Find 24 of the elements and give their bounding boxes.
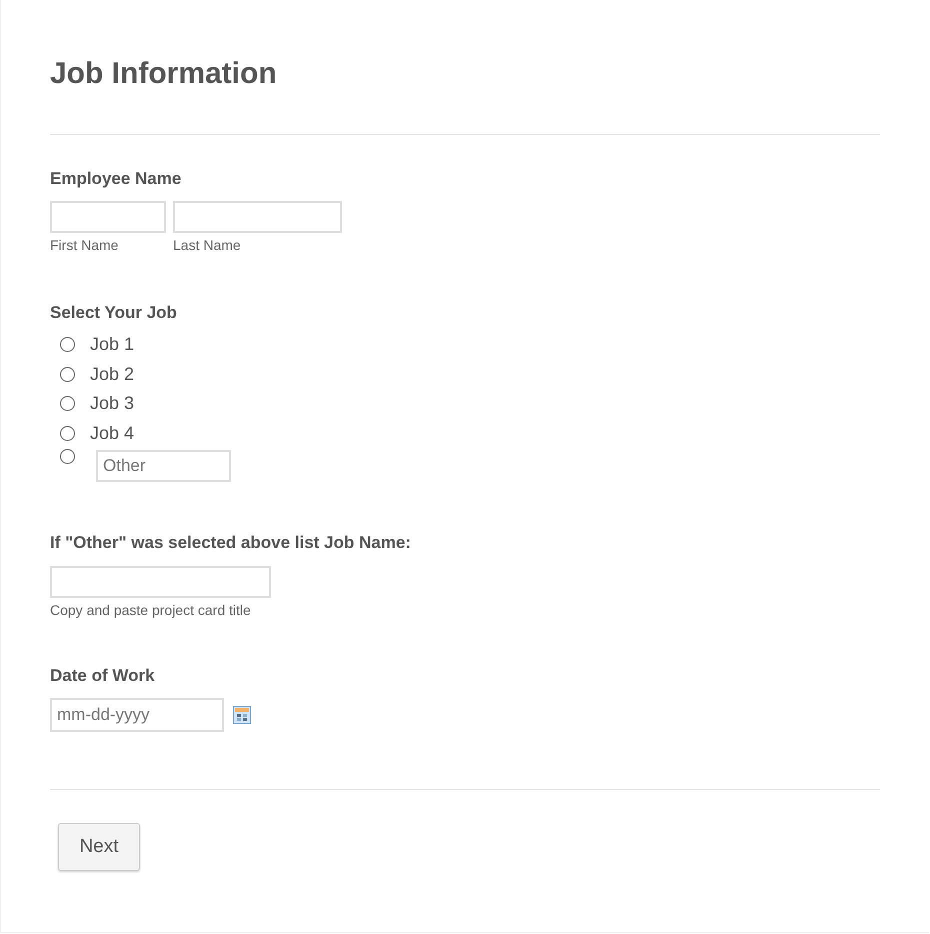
- radio-button[interactable]: [60, 396, 75, 412]
- option-label: Job 4: [90, 423, 134, 444]
- form-title: Job Information: [50, 56, 278, 92]
- radio-button[interactable]: [60, 337, 75, 352]
- field-label: Date of Work: [50, 665, 156, 688]
- radio-button[interactable]: [60, 366, 75, 382]
- radio-button[interactable]: [60, 449, 75, 464]
- input-field[interactable]: [173, 201, 342, 233]
- field-label: Select Your Job: [50, 302, 178, 324]
- input-field[interactable]: [50, 201, 166, 233]
- option-label: Job 1: [90, 334, 134, 356]
- field-label: Employee Name: [50, 168, 182, 190]
- input-field[interactable]: Other: [96, 450, 231, 482]
- input-field[interactable]: [50, 566, 271, 598]
- option-label: Job 2: [90, 364, 134, 385]
- radio-button[interactable]: [60, 426, 75, 442]
- option-label: Job 3: [90, 393, 134, 414]
- date-field[interactable]: mm-dd-yyyy: [50, 698, 224, 732]
- calendar-icon[interactable]: [233, 706, 251, 724]
- field-sublabel: Last Name: [173, 237, 242, 253]
- field-sublabel: Copy and paste project card title: [50, 602, 252, 618]
- field-sublabel: First Name: [50, 237, 120, 253]
- next-button[interactable]: Next: [58, 823, 140, 872]
- field-label: If "Other" was selected above list Job Name:: [50, 532, 412, 554]
